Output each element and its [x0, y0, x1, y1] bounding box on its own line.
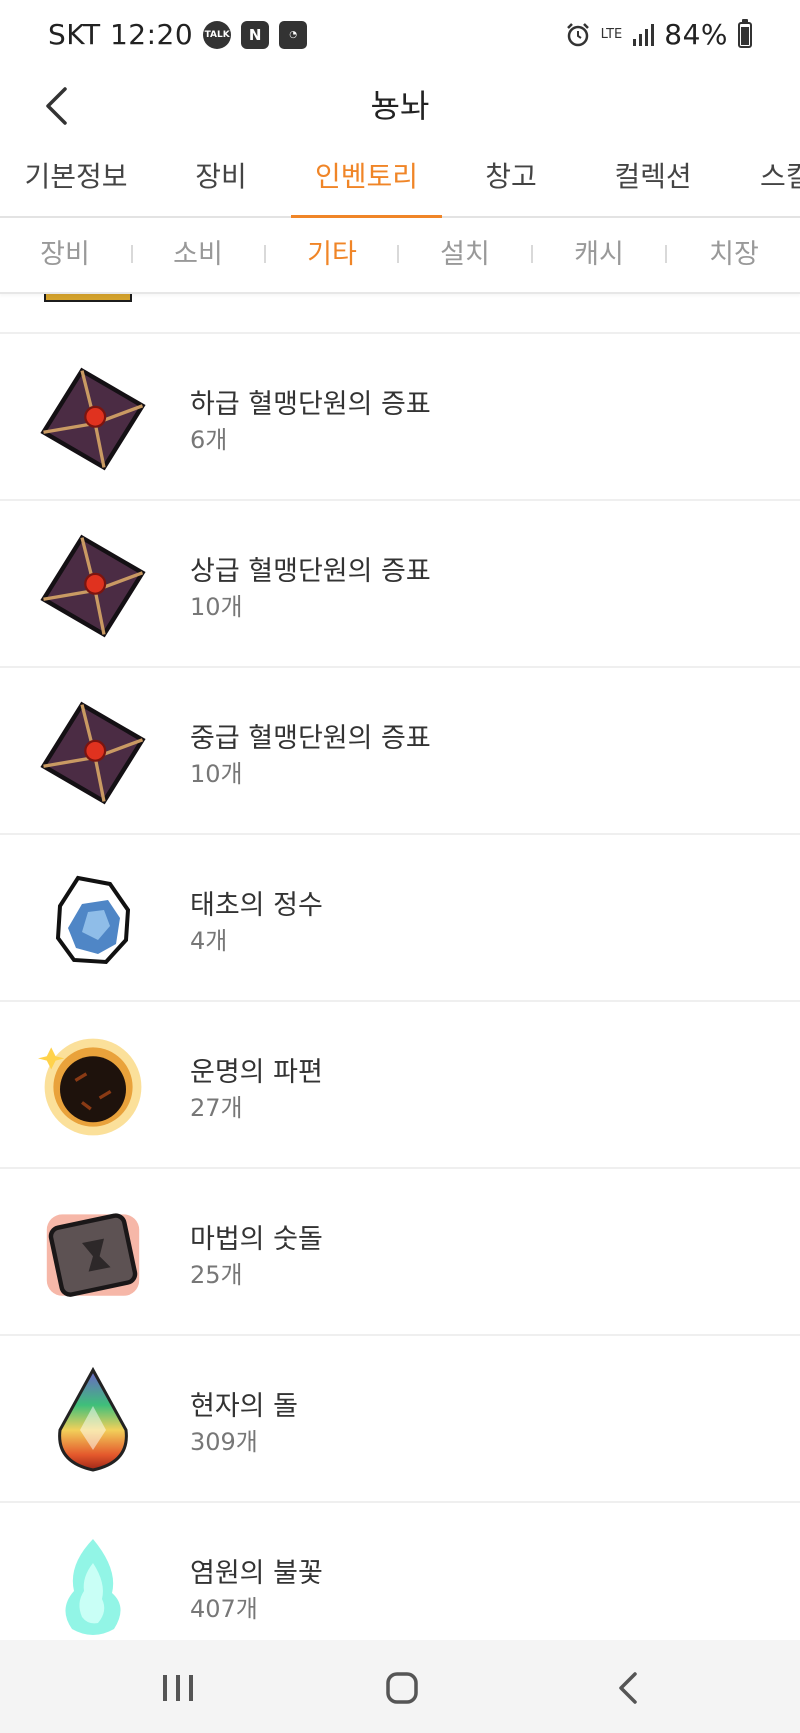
status-left: SKT 12:20 TALK N ◔ — [48, 18, 308, 51]
item-name: 운명의 파편 — [190, 1057, 323, 1088]
subtab-divider — [531, 245, 533, 263]
page-title: 뇽놔 — [370, 87, 430, 125]
list-item[interactable]: 운명의 파편 27개 — [0, 1000, 800, 1167]
system-nav-bar — [0, 1640, 800, 1733]
main-tabs: 기본정보 장비 인벤토리 창고 컬렉션 스킬 — [0, 142, 800, 220]
subtab-etc[interactable]: 기타 — [277, 218, 387, 292]
item-count: 25개 — [190, 1261, 243, 1289]
tab-storage[interactable]: 창고 — [470, 142, 552, 218]
home-button[interactable] — [372, 1658, 432, 1718]
item-count: 27개 — [190, 1094, 243, 1122]
list-item[interactable]: 마법의 숫돌 25개 — [0, 1167, 800, 1334]
item-count: 6개 — [190, 426, 228, 454]
subtab-divider — [264, 245, 266, 263]
status-right: LTE 84% — [565, 18, 752, 51]
subtab-install[interactable]: 설치 — [410, 218, 520, 292]
gem-icon — [38, 1366, 148, 1476]
list-item[interactable]: 중급 혈맹단원의 증표 10개 — [0, 666, 800, 833]
tab-inventory[interactable]: 인벤토리 — [291, 142, 442, 220]
back-arrow-icon — [619, 1672, 637, 1704]
partial-item-icon — [44, 294, 132, 302]
subtab-equipment[interactable]: 장비 — [10, 218, 120, 292]
list-item[interactable]: 염원의 불꽃 407개 — [0, 1501, 800, 1640]
network-type: LTE — [600, 27, 623, 42]
item-count: 10개 — [190, 760, 243, 788]
item-name: 마법의 숫돌 — [190, 1224, 323, 1255]
system-back-button[interactable] — [598, 1658, 658, 1718]
tab-equipment[interactable]: 장비 — [180, 142, 262, 218]
recent-apps-button[interactable] — [148, 1658, 208, 1718]
item-count: 4개 — [190, 927, 228, 955]
signal-icon — [633, 23, 655, 46]
list-item[interactable]: 현자의 돌 309개 — [0, 1334, 800, 1501]
subtab-divider — [397, 245, 399, 263]
item-count: 10개 — [190, 593, 243, 621]
envelope-icon — [38, 364, 148, 474]
list-item[interactable]: 하급 혈맹단원의 증표 6개 — [0, 332, 800, 499]
item-name: 태초의 정수 — [190, 890, 323, 921]
whetstone-icon — [38, 1199, 148, 1309]
subtab-divider — [665, 245, 667, 263]
fragment-icon — [38, 1032, 148, 1142]
subtab-cash[interactable]: 캐시 — [544, 218, 654, 292]
item-name: 현자의 돌 — [190, 1391, 298, 1422]
item-count: 309개 — [190, 1428, 258, 1456]
screen: SKT 12:20 TALK N ◔ LTE 84% 뇽놔 기본정보 장비 인벤… — [0, 0, 800, 1733]
list-item[interactable]: 상급 혈맹단원의 증표 10개 — [0, 499, 800, 666]
item-list: 하급 혈맹단원의 증표 6개 상급 혈맹단원의 증표 10개 중급 혈맹단원의 … — [0, 294, 800, 1640]
battery-percent: 84% — [664, 18, 728, 51]
carrier-time: SKT 12:20 — [48, 18, 194, 51]
kakaotalk-notification-icon: TALK — [203, 20, 232, 49]
subtab-cosmetic[interactable]: 치장 — [679, 218, 789, 292]
item-count: 407개 — [190, 1595, 258, 1623]
recent-apps-icon — [163, 1675, 193, 1701]
item-name: 하급 혈맹단원의 증표 — [190, 389, 431, 420]
list-item[interactable]: 태초의 정수 4개 — [0, 833, 800, 1000]
battery-icon — [738, 18, 752, 48]
item-name: 상급 혈맹단원의 증표 — [190, 556, 431, 587]
status-bar: SKT 12:20 TALK N ◔ LTE 84% — [0, 0, 800, 76]
item-name: 염원의 불꽃 — [190, 1558, 323, 1589]
tab-basic-info[interactable]: 기본정보 — [14, 142, 138, 218]
home-icon — [386, 1672, 418, 1704]
alarm-icon — [566, 22, 589, 46]
item-name: 중급 혈맹단원의 증표 — [190, 723, 431, 754]
clock-notification-icon: ◔ — [279, 20, 308, 49]
envelope-icon — [38, 531, 148, 641]
naver-notification-icon: N — [241, 20, 270, 49]
flame-icon — [38, 1533, 148, 1640]
tab-collection[interactable]: 컬렉션 — [600, 142, 706, 218]
sub-tabs: 장비 소비 기타 설치 캐시 치장 — [0, 218, 800, 294]
subtab-consumable[interactable]: 소비 — [143, 218, 253, 292]
envelope-icon — [38, 698, 148, 808]
subtab-divider — [131, 245, 133, 263]
crystal-icon — [38, 865, 148, 975]
tab-skill[interactable]: 스킬 — [760, 142, 800, 218]
